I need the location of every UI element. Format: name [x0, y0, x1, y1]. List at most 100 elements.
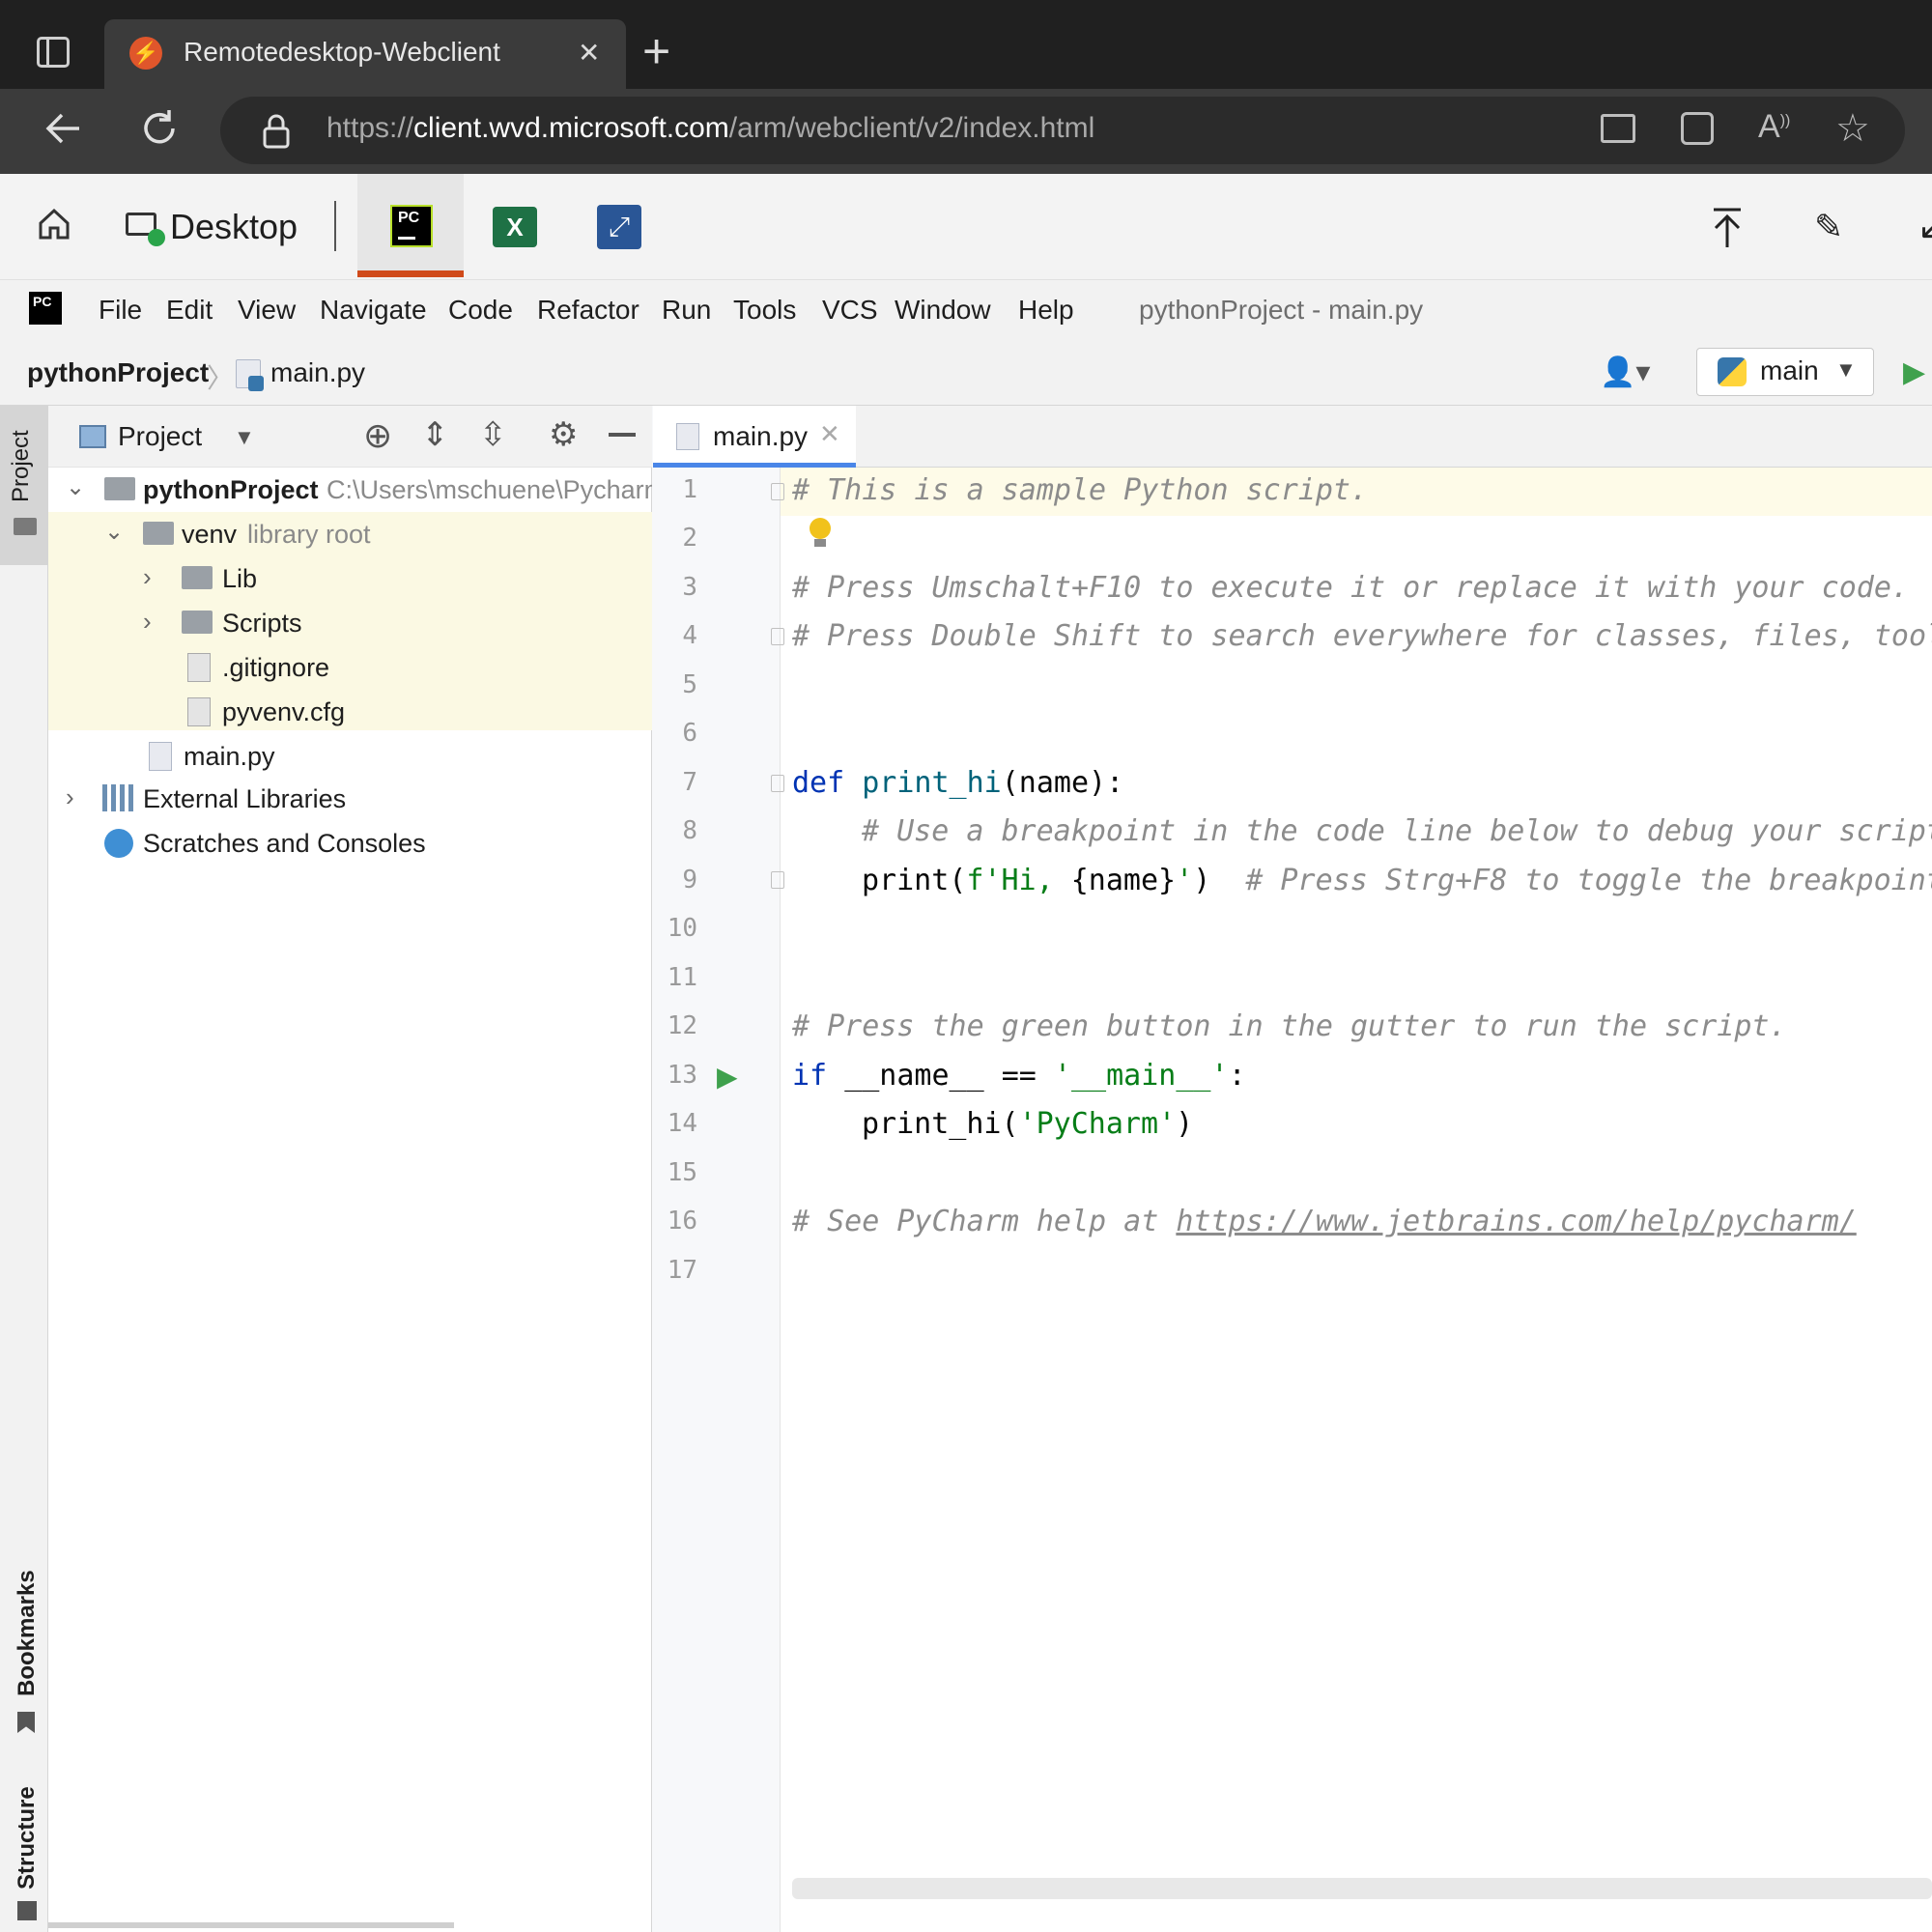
- code-line-14: print_hi('PyCharm'): [862, 1107, 1193, 1141]
- help-link[interactable]: https://www.jetbrains.com/help/pycharm/: [1176, 1205, 1856, 1238]
- fold-marker-icon[interactable]: [771, 483, 784, 500]
- tree-row-scratches[interactable]: Scratches and Consoles: [48, 827, 652, 862]
- menu-window[interactable]: Window: [895, 295, 991, 326]
- anaconda-app-icon[interactable]: ⤢: [597, 205, 641, 249]
- favorites-icon[interactable]: ☆: [1835, 106, 1870, 151]
- project-tool-label: Project: [8, 430, 34, 502]
- fold-marker-icon[interactable]: [771, 775, 784, 792]
- line-number: 16: [667, 1207, 697, 1236]
- lock-icon[interactable]: [259, 112, 294, 151]
- tree-gitignore: .gitignore: [222, 653, 330, 682]
- line-number: 11: [667, 963, 697, 992]
- comment: # Press Double Shift to search everywher…: [792, 619, 1932, 653]
- string: f'Hi,: [966, 864, 1071, 897]
- menu-file[interactable]: File: [99, 295, 142, 326]
- code-line-16: # See PyCharm help at https://www.jetbra…: [792, 1205, 1857, 1238]
- breadcrumb-file[interactable]: main.py: [270, 357, 365, 388]
- editor-horizontal-scrollbar[interactable]: [792, 1878, 1932, 1899]
- vcs-user-icon[interactable]: 👤▾: [1600, 355, 1650, 389]
- line-number: 13: [667, 1061, 697, 1090]
- refresh-icon[interactable]: [137, 106, 182, 151]
- tree-row-external[interactable]: › External Libraries: [48, 782, 652, 817]
- upload-icon[interactable]: [1710, 207, 1745, 249]
- keyword: def: [792, 766, 863, 800]
- string: ': [1176, 864, 1194, 897]
- string: '__main__': [1053, 1059, 1229, 1093]
- menu-view[interactable]: View: [238, 295, 296, 326]
- code-line-13: if __name__ == '__main__':: [792, 1059, 1246, 1093]
- back-icon[interactable]: [41, 106, 85, 151]
- tab-actions-icon[interactable]: [37, 37, 70, 68]
- excel-app-icon[interactable]: X: [493, 207, 537, 247]
- collapse-all-icon[interactable]: ⇳: [479, 415, 507, 454]
- pycharm-app-icon[interactable]: PC: [390, 205, 433, 247]
- project-view-icon: [79, 425, 106, 448]
- code-text: print_hi(: [862, 1107, 1019, 1141]
- code-line-8: # Use a breakpoint in the code line belo…: [862, 814, 1932, 848]
- python-icon: [1718, 357, 1747, 386]
- run-button[interactable]: ▶: [1903, 355, 1925, 389]
- collapse-icon[interactable]: ↙: [1918, 207, 1932, 247]
- tree-row-gitignore[interactable]: .gitignore: [48, 651, 652, 686]
- run-config-label: main: [1760, 355, 1819, 385]
- ignored-file-icon: [187, 653, 211, 682]
- lightbulb-icon[interactable]: [810, 518, 831, 539]
- code-text: (name):: [1001, 766, 1124, 800]
- project-view-label[interactable]: Project: [118, 421, 202, 452]
- url-host: client.wvd.microsoft.com: [413, 112, 729, 144]
- breadcrumb-project[interactable]: pythonProject: [27, 357, 209, 388]
- project-panel-scrollbar[interactable]: [48, 1922, 454, 1928]
- tree-row-root[interactable]: ⌄ pythonProject C:\Users\mschuene\Pychar…: [48, 473, 652, 508]
- run-gutter-icon[interactable]: ▶: [717, 1061, 738, 1093]
- fold-marker-icon[interactable]: [771, 628, 784, 645]
- device-icon[interactable]: [1601, 114, 1635, 143]
- locate-icon[interactable]: ⊕: [363, 415, 392, 456]
- code-line-12: # Press the green button in the gutter t…: [792, 1009, 1787, 1043]
- tree-row-pyvenv[interactable]: pyvenv.cfg: [48, 696, 652, 730]
- comment: # See PyCharm help at: [792, 1205, 1177, 1238]
- home-icon[interactable]: [37, 207, 71, 242]
- view-dropdown-icon[interactable]: ▼: [234, 425, 255, 450]
- scratches-icon: [104, 829, 133, 858]
- tree-external: External Libraries: [143, 784, 347, 813]
- editor-tab-label: main.py: [713, 421, 809, 451]
- app-grid-icon[interactable]: [1681, 112, 1714, 145]
- menu-run[interactable]: Run: [662, 295, 711, 326]
- menu-edit[interactable]: Edit: [166, 295, 213, 326]
- hide-panel-icon[interactable]: [609, 433, 636, 437]
- tab-close-icon[interactable]: ✕: [578, 37, 600, 69]
- tree-pyvenv: pyvenv.cfg: [222, 697, 346, 726]
- menu-tools[interactable]: Tools: [733, 295, 796, 326]
- desktop-label[interactable]: Desktop: [170, 207, 298, 247]
- menu-code[interactable]: Code: [448, 295, 513, 326]
- new-tab-button[interactable]: +: [642, 23, 670, 79]
- code-editor[interactable]: [781, 468, 1932, 1932]
- line-number: 9: [682, 866, 697, 895]
- tree-row-lib[interactable]: › Lib: [48, 562, 652, 597]
- chevron-down-icon: ⌄: [66, 474, 86, 500]
- menu-vcs[interactable]: VCS: [822, 295, 878, 326]
- settings-icon[interactable]: ⚙: [549, 415, 578, 454]
- menu-navigate[interactable]: Navigate: [320, 295, 427, 326]
- line-number: 8: [682, 816, 697, 845]
- close-icon[interactable]: ✕: [819, 419, 840, 449]
- tree-root-path: C:\Users\mschuene\Pycharm: [327, 475, 652, 504]
- url-text[interactable]: https://client.wvd.microsoft.com/arm/web…: [327, 112, 1094, 145]
- fold-marker-icon[interactable]: [771, 871, 784, 889]
- bookmarks-tool-label[interactable]: Bookmarks: [14, 1570, 41, 1696]
- tree-row-scripts[interactable]: › Scripts: [48, 607, 652, 641]
- python-file-icon: [676, 423, 699, 450]
- tree-row-venv[interactable]: ⌄ venv library root: [48, 518, 652, 553]
- menu-help[interactable]: Help: [1018, 295, 1074, 326]
- chevron-down-icon: ⌄: [104, 519, 125, 545]
- pin-icon[interactable]: ✎: [1814, 207, 1843, 247]
- read-aloud-icon[interactable]: A)): [1758, 108, 1790, 146]
- toolbar-divider: [334, 201, 336, 251]
- line-number: 3: [682, 573, 697, 602]
- code-text: ): [1176, 1107, 1194, 1141]
- line-number: 2: [682, 524, 697, 553]
- structure-tool-label[interactable]: Structure: [14, 1786, 41, 1889]
- expand-all-icon[interactable]: ⇕: [421, 415, 449, 454]
- tree-row-main[interactable]: main.py: [48, 740, 652, 775]
- menu-refactor[interactable]: Refactor: [537, 295, 639, 326]
